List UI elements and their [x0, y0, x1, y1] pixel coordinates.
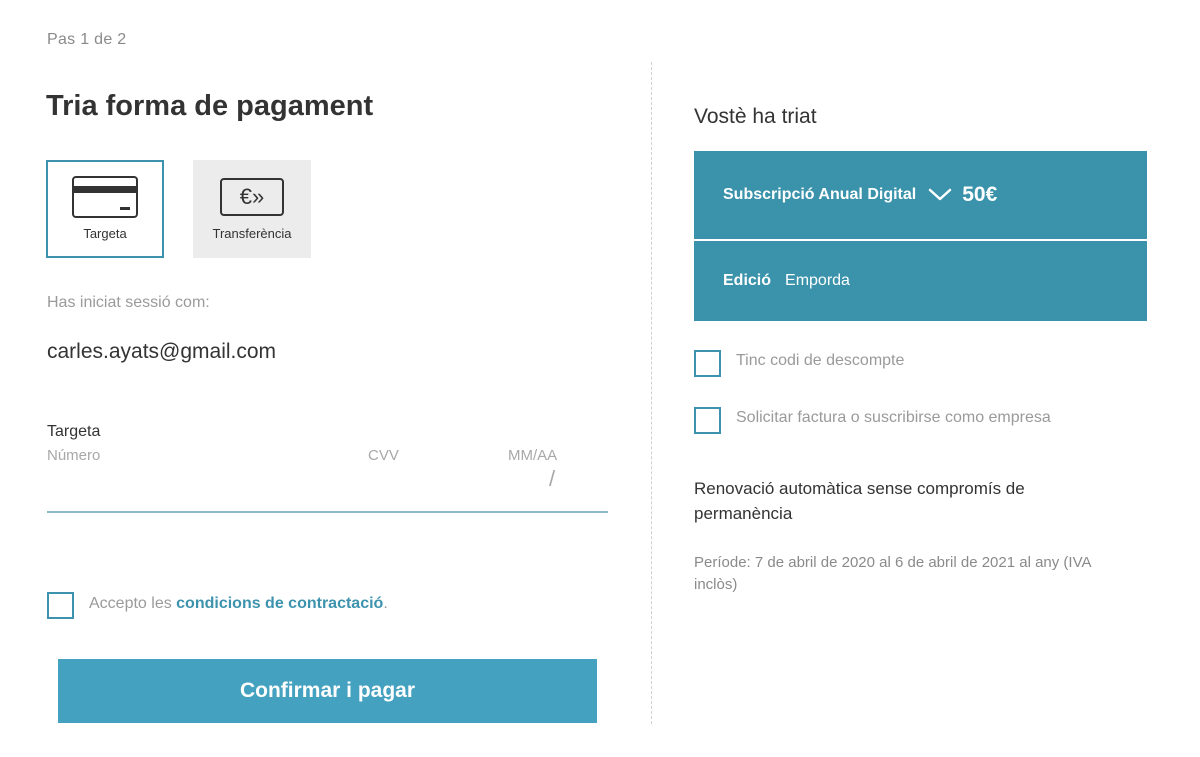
edition-row: Edició Emporda — [694, 241, 1147, 321]
card-number-input[interactable]: Número — [47, 447, 100, 464]
accept-terms-checkbox[interactable] — [47, 592, 74, 619]
credit-card-icon — [72, 176, 138, 218]
payment-method-card[interactable]: Targeta — [46, 160, 164, 258]
plan-name: Subscripció Anual Digital — [723, 186, 917, 203]
terms-link[interactable]: condicions de contractació — [176, 595, 383, 612]
invoice-label: Solicitar factura o suscribirse como emp… — [736, 409, 1051, 426]
invoice-checkbox[interactable] — [694, 407, 721, 434]
payment-method-transfer-label: Transferència — [212, 226, 292, 241]
confirm-pay-button[interactable]: Confirmar i pagar — [58, 659, 597, 723]
checkout-page: Pas 1 de 2 Tria forma de pagament Target… — [0, 0, 1200, 757]
card-expiry-input[interactable]: MM/AA — [508, 447, 557, 464]
card-field-title: Targeta — [47, 423, 101, 440]
plan-selector[interactable]: Subscripció Anual Digital 50€ — [694, 151, 1147, 239]
column-divider — [651, 62, 652, 724]
accept-terms-prefix: Accepto les — [89, 595, 177, 612]
euro-transfer-icon: €» — [220, 178, 284, 216]
period-note: Període: 7 de abril de 2020 al 6 de abri… — [694, 554, 1091, 593]
edition-label: Edició — [723, 272, 772, 289]
card-cvv-input[interactable]: CVV — [368, 447, 399, 464]
page-title: Tria forma de pagament — [46, 90, 374, 122]
edition-value: Emporda — [785, 272, 850, 289]
step-indicator: Pas 1 de 2 — [47, 31, 127, 48]
discount-code-label: Tinc codi de descompte — [736, 352, 905, 369]
accept-terms-suffix: . — [383, 595, 388, 612]
card-expiry-separator: / — [549, 466, 556, 491]
renewal-note: Renovació automàtica sense compromís de … — [694, 479, 1025, 523]
payment-method-card-label: Targeta — [83, 226, 127, 241]
payment-method-transfer[interactable]: €» Transferència — [193, 160, 311, 258]
discount-code-checkbox[interactable] — [694, 350, 721, 377]
user-email: carles.ayats@gmail.com — [47, 340, 277, 363]
logged-in-label: Has iniciat sessió com: — [47, 294, 210, 311]
card-field-underline — [47, 511, 608, 513]
accept-terms-text: Accepto les condicions de contractació. — [89, 595, 388, 613]
summary-title: Vostè ha triat — [694, 105, 817, 128]
plan-price: 50€ — [962, 183, 998, 206]
chevron-down-icon — [928, 188, 952, 202]
